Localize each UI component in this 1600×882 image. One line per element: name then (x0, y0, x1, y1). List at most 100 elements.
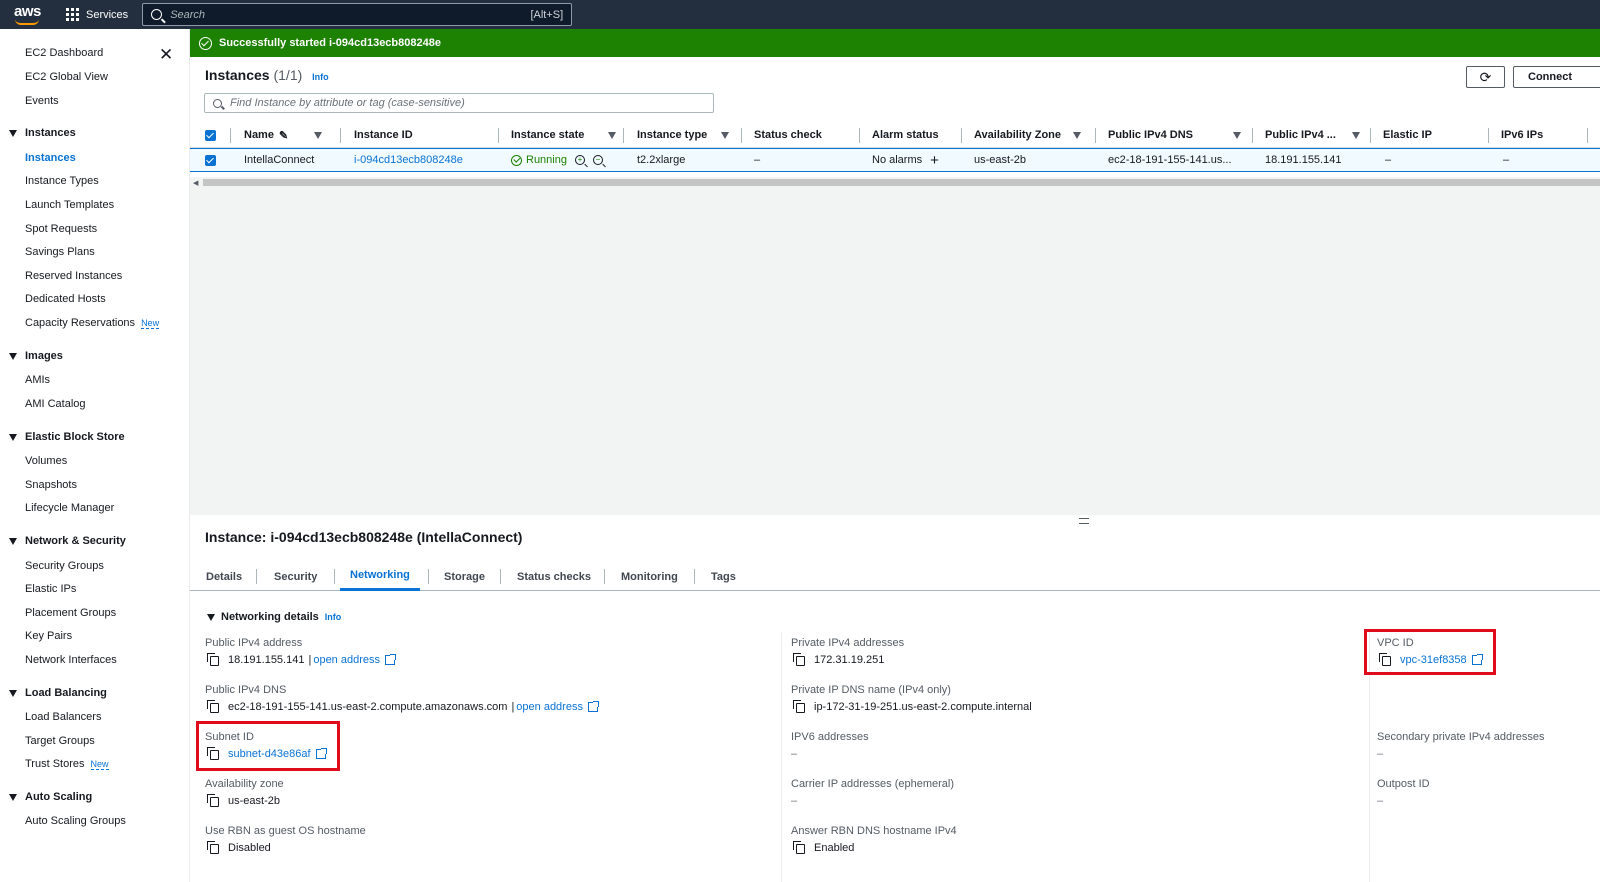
private-ipv4-label: Private IPv4 addresses (791, 637, 905, 649)
pencil-icon: ✎ (278, 129, 289, 142)
column-header-public-dns[interactable]: Public IPv4 DNS (1108, 123, 1241, 147)
copy-icon[interactable] (207, 841, 219, 854)
open-address-link[interactable]: open address (516, 701, 583, 713)
sidebar-item-auto-scaling-groups[interactable]: Auto Scaling Groups (25, 815, 126, 827)
column-header-ipv6[interactable]: IPv6 IPs (1501, 123, 1543, 147)
sidebar-item-reserved-instances[interactable]: Reserved Instances (25, 270, 122, 282)
networking-details-header[interactable]: Networking details Info (207, 611, 341, 623)
zoom-out-icon[interactable]: − (592, 155, 603, 165)
column-header-public-ipv4[interactable]: Public IPv4 ... (1265, 123, 1360, 147)
column-header-elastic-ip[interactable]: Elastic IP (1383, 123, 1432, 147)
row-instance-type: t2.2xlarge (637, 154, 686, 166)
external-link-icon[interactable] (385, 654, 396, 665)
tab-security[interactable]: Security (274, 562, 317, 591)
services-button[interactable]: Services (66, 8, 128, 21)
global-search-input[interactable]: Search [Alt+S] (142, 3, 573, 26)
sidebar-item-target-groups[interactable]: Target Groups (25, 735, 95, 747)
sidebar-item-spot-requests[interactable]: Spot Requests (25, 223, 97, 235)
column-header-alarm-status[interactable]: Alarm status (872, 123, 939, 147)
answer-rbn-value: Enabled (793, 841, 854, 854)
sort-icon (1351, 131, 1360, 139)
tab-tags[interactable]: Tags (711, 562, 736, 591)
sidebar-item-ec2-global-view[interactable]: EC2 Global View (25, 71, 108, 83)
public-ipv4-label: Public IPv4 address (205, 637, 303, 649)
refresh-button[interactable]: ⟳ (1466, 66, 1505, 88)
open-address-link[interactable]: open address (313, 654, 380, 666)
zoom-in-icon[interactable]: + (574, 155, 585, 165)
sidebar-item-key-pairs[interactable]: Key Pairs (25, 630, 72, 642)
column-header-instance-type[interactable]: Instance type (637, 123, 730, 147)
sidebar-item-lifecycle-manager[interactable]: Lifecycle Manager (25, 502, 114, 514)
instances-table: Name ✎ Instance ID Instance state Instanc… (190, 123, 1600, 172)
sidebar-section-load-balancing[interactable]: Load Balancing (9, 687, 107, 699)
sidebar-item-events[interactable]: Events (25, 95, 59, 107)
copy-icon[interactable] (207, 653, 219, 666)
sidebar-item-launch-templates[interactable]: Launch Templates (25, 199, 114, 211)
table-row[interactable]: IntellaConnect i-094cd13ecb808248e Runni… (190, 148, 1600, 172)
detail-tabs: Details Security Networking Storage Stat… (190, 562, 1600, 591)
caret-down-icon (9, 129, 17, 137)
sidebar-item-trust-stores[interactable]: Trust Stores New (25, 758, 109, 770)
info-link[interactable]: Info (312, 72, 329, 82)
info-link[interactable]: Info (325, 612, 342, 622)
success-check-icon (199, 36, 212, 50)
caret-down-icon (9, 433, 17, 441)
private-dns-label: Private IP DNS name (IPv4 only) (791, 684, 951, 696)
sidebar-item-capacity-reservations[interactable]: Capacity Reservations New (25, 317, 160, 329)
scroll-left-icon[interactable]: ◀ (193, 179, 198, 187)
tab-networking[interactable]: Networking (340, 562, 420, 591)
column-header-name[interactable]: Name ✎ (244, 123, 323, 147)
sidebar-item-savings-plans[interactable]: Savings Plans (25, 246, 95, 258)
column-header-instance-state[interactable]: Instance state (511, 123, 617, 147)
column-header-availability-zone[interactable]: Availability Zone (974, 123, 1082, 147)
sidebar-section-ebs[interactable]: Elastic Block Store (9, 431, 125, 443)
column-header-status-check[interactable]: Status check (754, 123, 822, 147)
sort-icon (314, 131, 323, 139)
sidebar-section-network-security[interactable]: Network & Security (9, 535, 126, 547)
sidebar-section-images[interactable]: Images (9, 350, 63, 362)
sidebar-item-placement-groups[interactable]: Placement Groups (25, 607, 116, 619)
connect-button[interactable]: Connect (1513, 66, 1600, 88)
copy-icon[interactable] (793, 700, 805, 713)
copy-icon[interactable] (793, 653, 805, 666)
split-panel-handle[interactable] (1079, 518, 1089, 524)
sidebar-item-instances[interactable]: Instances (25, 152, 76, 164)
column-header-instance-id[interactable]: Instance ID (354, 123, 413, 147)
sidebar-item-dedicated-hosts[interactable]: Dedicated Hosts (25, 293, 106, 305)
sidebar-item-amis[interactable]: AMIs (25, 374, 50, 386)
sidebar-item-ec2-dashboard[interactable]: EC2 Dashboard (25, 47, 103, 59)
sidebar-section-auto-scaling[interactable]: Auto Scaling (9, 791, 92, 803)
running-check-icon (511, 154, 522, 166)
row-checkbox[interactable] (205, 149, 216, 171)
aws-logo[interactable]: aws (12, 0, 58, 29)
horizontal-scrollbar[interactable]: ◀ (190, 177, 1600, 188)
sidebar-item-ami-catalog[interactable]: AMI Catalog (25, 398, 86, 410)
tab-storage[interactable]: Storage (444, 562, 485, 591)
tab-monitoring[interactable]: Monitoring (621, 562, 678, 591)
sidebar-item-elastic-ips[interactable]: Elastic IPs (25, 583, 76, 595)
external-link-icon[interactable] (587, 701, 599, 712)
private-ipv4-value: 172.31.19.251 (793, 653, 884, 666)
sidebar-section-instances[interactable]: Instances (9, 127, 76, 139)
instance-filter-input[interactable]: Find Instance by attribute or tag (case-… (204, 93, 714, 113)
copy-icon[interactable] (793, 841, 805, 854)
tab-details[interactable]: Details (206, 562, 242, 591)
tab-status-checks[interactable]: Status checks (517, 562, 591, 591)
scrollbar-thumb[interactable] (203, 179, 1600, 186)
sidebar-item-network-interfaces[interactable]: Network Interfaces (25, 654, 117, 666)
sidebar-item-volumes[interactable]: Volumes (25, 455, 67, 467)
vpc-highlight-box (1364, 629, 1496, 675)
select-all-checkbox[interactable] (205, 123, 216, 147)
sidebar-item-load-balancers[interactable]: Load Balancers (25, 711, 101, 723)
aws-smile-icon (15, 19, 39, 25)
sidebar-item-instance-types[interactable]: Instance Types (25, 175, 99, 187)
plus-icon[interactable]: + (930, 152, 939, 169)
sidebar-item-security-groups[interactable]: Security Groups (25, 560, 104, 572)
copy-icon[interactable] (207, 700, 219, 713)
sidebar-item-snapshots[interactable]: Snapshots (25, 479, 77, 491)
row-instance-id-link[interactable]: i-094cd13ecb808248e (354, 149, 463, 171)
close-icon[interactable]: ✕ (159, 45, 173, 65)
copy-icon[interactable] (207, 794, 219, 807)
row-name: IntellaConnect (244, 154, 315, 166)
aws-logo-text: aws (14, 3, 41, 20)
